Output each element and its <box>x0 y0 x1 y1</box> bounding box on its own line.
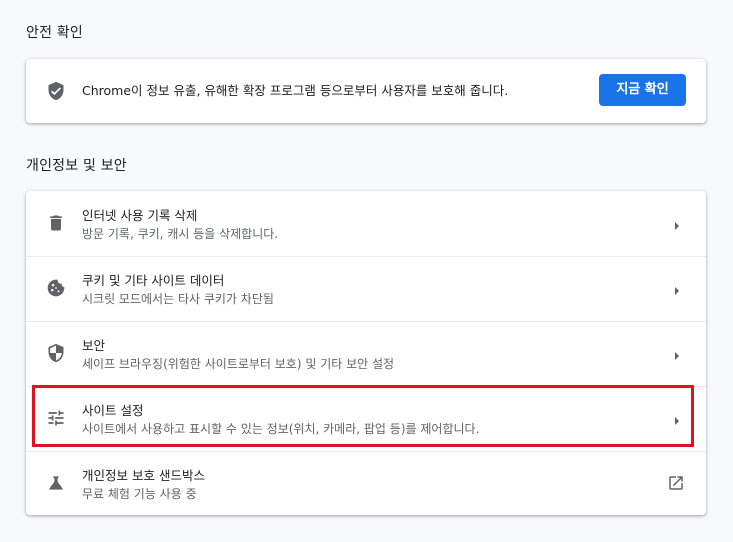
row-subtitle: 세이프 브라우징(위험한 사이트로부터 보호) 및 기타 보안 설정 <box>82 357 395 371</box>
external-link-icon[interactable] <box>667 474 685 492</box>
tune-icon <box>46 408 66 428</box>
check-now-button[interactable]: 지금 확인 <box>599 74 686 106</box>
settings-page: 안전 확인 Chrome이 정보 유출, 유해한 확장 프로그램 등으로부터 사… <box>0 0 733 542</box>
arrow-right-icon <box>671 217 683 230</box>
row-title: 개인정보 보호 샌드박스 <box>82 468 205 483</box>
site-settings-row[interactable]: 사이트 설정 사이트에서 사용하고 표시할 수 있는 정보(위치, 카메라, 팝… <box>26 386 706 451</box>
flask-icon <box>46 473 66 493</box>
divider <box>26 321 706 322</box>
clear-browsing-data-row[interactable]: 인터넷 사용 기록 삭제 방문 기록, 쿠키, 캐시 등을 삭제합니다. <box>26 191 706 256</box>
privacy-sandbox-row[interactable]: 개인정보 보호 샌드박스 무료 체험 기능 사용 중 <box>26 451 706 515</box>
cookies-row[interactable]: 쿠키 및 기타 사이트 데이터 시크릿 모드에서는 타사 쿠키가 차단됨 <box>26 256 706 321</box>
arrow-right-icon <box>671 412 683 425</box>
row-subtitle: 시크릿 모드에서는 타사 쿠키가 차단됨 <box>82 292 274 306</box>
row-subtitle: 사이트에서 사용하고 표시할 수 있는 정보(위치, 카메라, 팝업 등)를 제… <box>82 422 480 436</box>
divider <box>26 256 706 257</box>
row-title: 인터넷 사용 기록 삭제 <box>82 208 198 223</box>
privacy-card: 인터넷 사용 기록 삭제 방문 기록, 쿠키, 캐시 등을 삭제합니다. 쿠키 … <box>26 191 706 515</box>
row-subtitle: 무료 체험 기능 사용 중 <box>82 487 197 501</box>
cookie-icon <box>46 278 66 298</box>
shield-check-icon <box>46 81 66 101</box>
safety-check-description: Chrome이 정보 유출, 유해한 확장 프로그램 등으로부터 사용자를 보호… <box>82 83 509 98</box>
security-row[interactable]: 보안 세이프 브라우징(위험한 사이트로부터 보호) 및 기타 보안 설정 <box>26 321 706 386</box>
arrow-right-icon <box>671 347 683 360</box>
safety-check-row: Chrome이 정보 유출, 유해한 확장 프로그램 등으로부터 사용자를 보호… <box>26 59 706 123</box>
row-title: 쿠키 및 기타 사이트 데이터 <box>82 273 225 288</box>
safety-check-card: Chrome이 정보 유출, 유해한 확장 프로그램 등으로부터 사용자를 보호… <box>26 59 706 123</box>
privacy-heading: 개인정보 및 보안 <box>26 158 127 174</box>
shield-icon <box>46 343 66 363</box>
row-title: 사이트 설정 <box>82 403 144 418</box>
divider <box>26 451 706 452</box>
divider <box>26 386 706 387</box>
row-title: 보안 <box>82 338 106 353</box>
arrow-right-icon <box>671 282 683 295</box>
safety-check-heading: 안전 확인 <box>26 25 83 41</box>
trash-icon <box>46 213 66 233</box>
row-subtitle: 방문 기록, 쿠키, 캐시 등을 삭제합니다. <box>82 227 279 241</box>
